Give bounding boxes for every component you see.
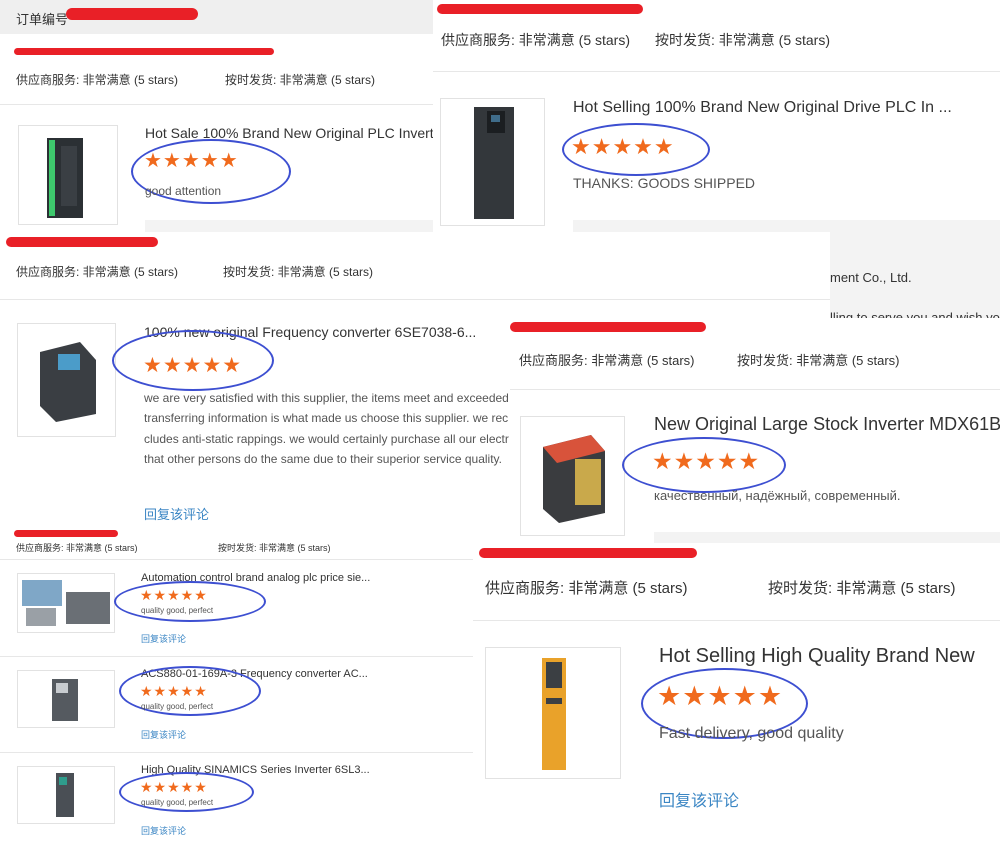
divider <box>0 752 473 753</box>
redacted-order-number <box>6 237 158 247</box>
highlight-oval <box>562 123 710 176</box>
highlight-oval <box>114 581 266 622</box>
highlight-oval <box>112 330 274 391</box>
supplier-service-rating: 供应商服务: 非常满意 (5 stars) <box>485 580 688 597</box>
product-title[interactable]: Hot Selling 100% Brand New Original Driv… <box>573 99 993 117</box>
product-title[interactable]: New Original Large Stock Inverter MDX61B… <box>654 414 1000 435</box>
product-thumbnail[interactable] <box>485 647 621 779</box>
reply-review-link[interactable]: 回复该评论 <box>141 728 186 741</box>
divider <box>0 104 433 105</box>
inverter-image <box>543 435 605 523</box>
drive-module-image <box>542 658 566 770</box>
product-thumbnail[interactable] <box>440 98 545 226</box>
order-number-label: 订单编号 <box>16 12 69 27</box>
review-text-line-3: cludes anti-static rappings. we would ce… <box>144 432 509 446</box>
frequency-converter-image <box>40 342 96 422</box>
drive-image <box>474 107 514 219</box>
reply-review-link[interactable]: 回复该评论 <box>144 504 209 523</box>
on-time-delivery-rating: 按时发货: 非常满意 (5 stars) <box>225 73 376 87</box>
supplier-service-rating: 供应商服务: 非常满意 (5 stars) <box>16 265 179 279</box>
review-text: quality good, perfect <box>141 798 214 807</box>
product-thumbnail[interactable] <box>17 766 115 824</box>
review-panel-5: 供应商服务: 非常满意 (5 stars) 按时发货: 非常满意 (5 star… <box>0 528 473 850</box>
on-time-delivery-rating: 按时发货: 非常满意 (5 stars) <box>768 580 956 597</box>
plc-module-image <box>47 138 83 218</box>
redacted-order-number <box>479 548 697 558</box>
redacted-buyer-name <box>14 48 274 55</box>
reply-box <box>145 220 433 232</box>
product-title[interactable]: Hot Selling High Quality Brand New <box>659 645 1000 668</box>
product-thumbnail[interactable] <box>17 573 115 633</box>
redacted-order-number <box>437 4 643 14</box>
review-text: quality good, perfect <box>141 606 214 615</box>
divider <box>510 389 1000 390</box>
review-text-line-1: we are very satisfied with this supplier… <box>144 391 509 405</box>
redacted-order-number <box>510 322 706 332</box>
product-thumbnail[interactable] <box>17 670 115 728</box>
review-panel-4: 供应商服务: 非常满意 (5 stars) 按时发货: 非常满意 (5 star… <box>510 318 1000 546</box>
plc-system-image <box>22 580 110 626</box>
supplier-service-rating: 供应商服务: 非常满意 (5 stars) <box>519 353 695 368</box>
review-text-line-4: that other persons do the same due to th… <box>144 452 502 466</box>
divider <box>433 71 1000 72</box>
product-title[interactable]: Hot Sale 100% Brand New Original PLC Inv… <box>145 125 433 141</box>
review-text: good attention <box>145 184 222 198</box>
review-text: quality good, perfect <box>141 702 214 711</box>
product-thumbnail[interactable] <box>520 416 625 536</box>
review-text: Fast delivery, good quality <box>659 725 844 742</box>
reply-review-link[interactable]: 回复该评论 <box>659 787 739 811</box>
on-time-delivery-rating: 按时发货: 非常满意 (5 stars) <box>737 353 900 368</box>
on-time-delivery-rating: 按时发货: 非常满意 (5 stars) <box>655 32 831 48</box>
highlight-oval <box>622 437 786 493</box>
divider <box>0 656 473 657</box>
redacted-order-number <box>14 530 118 537</box>
review-panel-6: 供应商服务: 非常满意 (5 stars) 按时发货: 非常满意 (5 star… <box>473 543 1000 850</box>
divider <box>0 299 830 300</box>
reply-review-link[interactable]: 回复该评论 <box>141 824 186 837</box>
on-time-delivery-rating: 按时发货: 非常满意 (5 stars) <box>218 543 331 553</box>
redacted-order-number <box>66 8 198 20</box>
supplier-service-rating: 供应商服务: 非常满意 (5 stars) <box>16 543 138 553</box>
sinamics-image <box>56 773 74 817</box>
review-text: качественный, надёжный, современный. <box>654 488 901 503</box>
review-panel-1: 订单编号 供应商服务: 非常满意 (5 stars) 按时发货: 非常满意 (5… <box>0 0 433 232</box>
supplier-service-rating: 供应商服务: 非常满意 (5 stars) <box>16 73 179 87</box>
review-text-line-2: transferring information is what made us… <box>144 411 509 425</box>
on-time-delivery-rating: 按时发货: 非常满意 (5 stars) <box>223 265 374 279</box>
divider <box>0 559 473 560</box>
supplier-company-name: ment Co., Ltd. <box>830 270 912 285</box>
converter-image <box>52 679 78 721</box>
supplier-service-rating: 供应商服务: 非常满意 (5 stars) <box>441 32 631 48</box>
product-thumbnail[interactable] <box>17 323 116 437</box>
product-thumbnail[interactable] <box>18 125 118 225</box>
divider <box>473 620 1000 621</box>
reply-review-link[interactable]: 回复该评论 <box>141 632 186 645</box>
review-text: THANKS: GOODS SHIPPED <box>573 175 756 191</box>
